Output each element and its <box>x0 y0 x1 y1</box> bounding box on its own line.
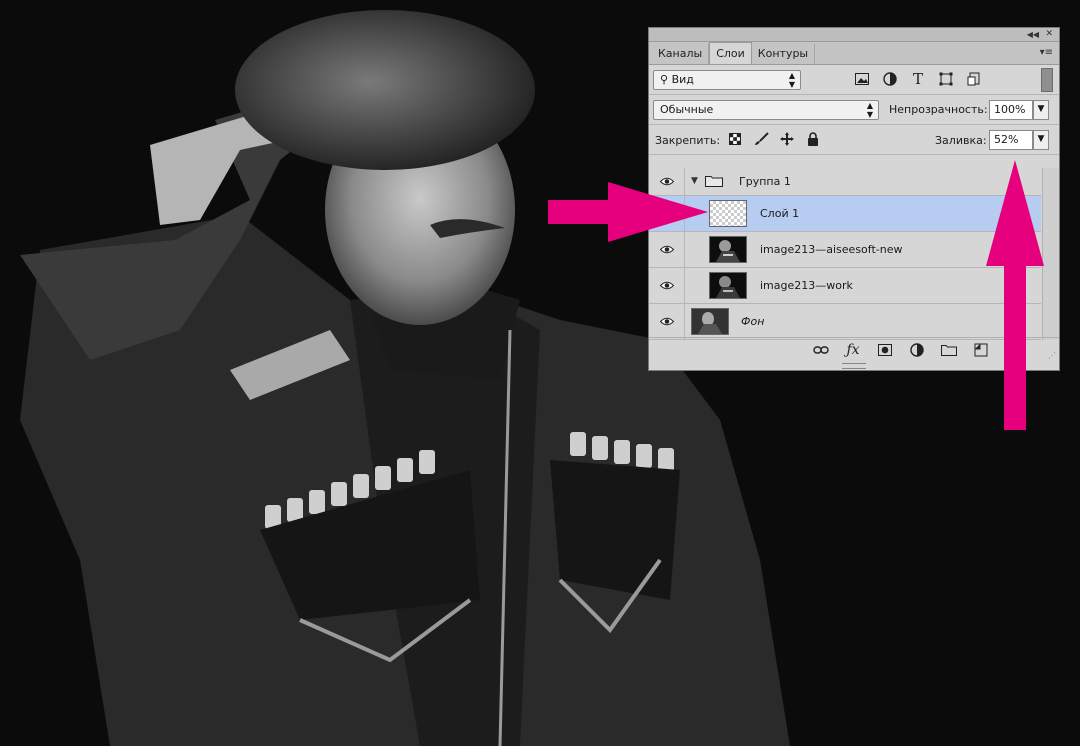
lock-row: Закрепить: Заливка: 52% ▼ <box>649 125 1059 155</box>
panel-titlebar: ◀◀ ✕ <box>649 28 1059 42</box>
eye-icon <box>659 245 674 254</box>
lock-icons <box>726 130 822 148</box>
tab-channels[interactable]: Каналы <box>652 44 710 64</box>
add-mask-icon[interactable] <box>875 341 895 359</box>
filter-kind-dropdown[interactable]: ⚲ Вид ▲ ▼ <box>653 70 801 90</box>
filter-icons: T <box>853 70 983 88</box>
lock-position-move-icon[interactable] <box>778 130 796 148</box>
layer-thumbnail-photo <box>709 272 747 299</box>
filter-row: ⚲ Вид ▲ ▼ T <box>649 65 1059 95</box>
new-group-folder-icon[interactable] <box>939 341 959 359</box>
panel-drag-grip[interactable] <box>842 363 866 369</box>
link-layers-icon[interactable] <box>811 341 831 359</box>
lock-transparent-pixels-icon[interactable] <box>726 130 744 148</box>
lock-image-pixels-brush-icon[interactable] <box>752 130 770 148</box>
opacity-label: Непрозрачность: <box>889 103 988 116</box>
blend-mode-value: Обычные <box>660 103 714 116</box>
fill-input[interactable]: 52% <box>989 130 1033 150</box>
type-filter-icon[interactable]: T <box>909 70 927 88</box>
collapse-icon[interactable]: ◀◀ <box>1027 28 1039 41</box>
new-adjustment-layer-icon[interactable] <box>907 341 927 359</box>
layer-list-scrollbar[interactable] <box>1042 168 1059 340</box>
layer-thumbnail-photo <box>691 308 729 335</box>
lock-all-padlock-icon[interactable] <box>804 130 822 148</box>
eye-icon <box>659 281 674 290</box>
filter-toggle-switch[interactable] <box>1041 68 1053 92</box>
fill-label: Заливка: <box>935 134 987 147</box>
annotation-arrow-up-icon <box>986 160 1044 430</box>
opacity-input[interactable]: 100% <box>989 100 1033 120</box>
layer-thumbnail-transparent <box>709 200 747 227</box>
resize-grip-icon[interactable]: ⋰ <box>1048 351 1056 360</box>
layer-name: Группа 1 <box>739 175 791 188</box>
adjustment-filter-icon[interactable] <box>881 70 899 88</box>
tab-paths[interactable]: Контуры <box>752 44 816 64</box>
blend-row: Обычные ▲ ▼ Непрозрачность: 100% ▼ <box>649 95 1059 125</box>
eye-icon <box>659 317 674 326</box>
filter-kind-label: Вид <box>671 73 694 86</box>
layer-row-background[interactable]: Фон <box>649 304 1041 340</box>
layer-name: Фон <box>741 315 765 328</box>
layer-style-fx-icon[interactable]: ƒx <box>843 341 863 359</box>
layer-row[interactable]: image213—work <box>649 268 1041 304</box>
updown-arrows-icon: ▲ ▼ <box>866 101 873 119</box>
lock-label: Закрепить: <box>655 134 721 147</box>
layer-name: Слой 1 <box>760 207 800 220</box>
close-icon[interactable]: ✕ <box>1045 28 1053 41</box>
search-icon: ⚲ <box>660 73 669 86</box>
fill-dropdown-button[interactable]: ▼ <box>1033 130 1049 150</box>
opacity-dropdown-button[interactable]: ▼ <box>1033 100 1049 120</box>
updown-arrows-icon: ▲ ▼ <box>788 71 795 89</box>
layer-thumbnail-photo <box>709 236 747 263</box>
visibility-toggle[interactable] <box>649 268 685 303</box>
tab-layers[interactable]: Слои <box>709 42 752 64</box>
bottom-toolbar-icons: ƒx <box>811 341 991 359</box>
blend-mode-dropdown[interactable]: Обычные ▲ ▼ <box>653 100 879 120</box>
image-filter-icon[interactable] <box>853 70 871 88</box>
panel-tabs: Каналы Слои Контуры ▾≡ <box>649 42 1059 65</box>
layer-name: image213—aiseesoft-new <box>760 243 903 256</box>
annotation-arrow-right-icon <box>548 182 708 242</box>
panel-menu-icon[interactable]: ▾≡ <box>1040 47 1053 58</box>
visibility-toggle[interactable] <box>649 304 685 339</box>
shape-filter-icon[interactable] <box>937 70 955 88</box>
smart-object-filter-icon[interactable] <box>965 70 983 88</box>
layer-name: image213—work <box>760 279 853 292</box>
